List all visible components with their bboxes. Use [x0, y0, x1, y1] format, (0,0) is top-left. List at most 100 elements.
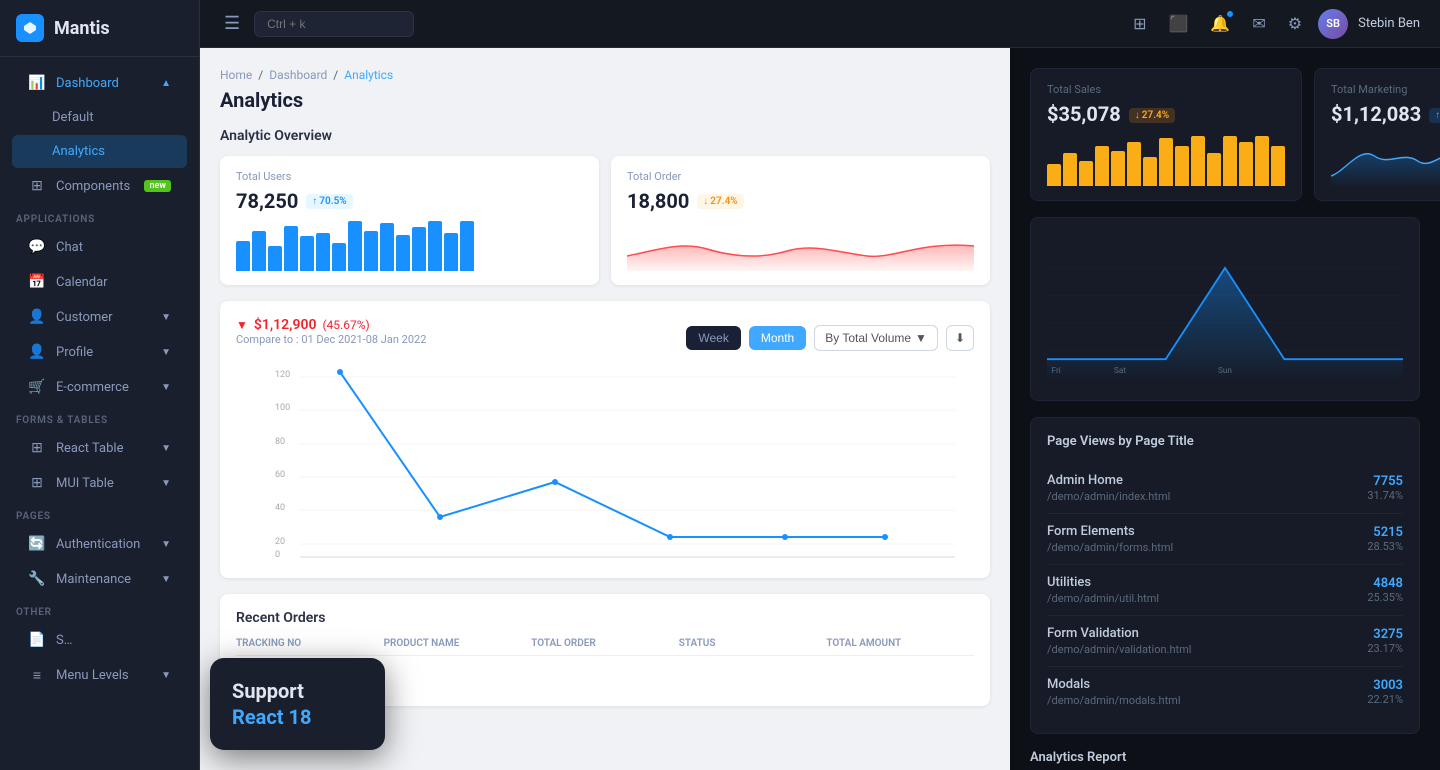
calendar-icon: 📅 — [28, 274, 46, 290]
pv-name-4: Modals — [1047, 677, 1181, 692]
sidebar: Mantis 📊 Dashboard ▲ Default Analytics ⊞… — [0, 0, 200, 770]
page-views-title: Page Views by Page Title — [1047, 434, 1403, 449]
income-value-row: ▼ $1,12,900 (45.67%) — [236, 317, 426, 333]
page-views-card: Page Views by Page Title Admin Home /dem… — [1030, 417, 1420, 734]
sales-label: Total Sales — [1047, 83, 1285, 96]
topnav-right: ⊞ ⬛ 🔔 ✉ ⚙ SB Stebin Ben — [1127, 8, 1420, 40]
marketing-label: Total Marketing — [1331, 83, 1440, 96]
user-name[interactable]: Stebin Ben — [1358, 16, 1420, 31]
sales-badge: ↓ 27.4% — [1129, 108, 1175, 123]
volume-select[interactable]: By Total Volume ▼ — [814, 325, 938, 351]
support-popup[interactable]: Support React 18 — [210, 658, 385, 750]
income-controls: Week Month By Total Volume ▼ ⬇ — [686, 325, 974, 351]
svg-text:80: 80 — [275, 437, 285, 447]
messages-button[interactable]: ✉ — [1246, 8, 1271, 40]
users-chart — [236, 221, 583, 271]
settings-button[interactable]: ⚙ — [1282, 8, 1308, 40]
search-input[interactable] — [254, 11, 414, 37]
sidebar-item-maintenance[interactable]: 🔧 Maintenance ▼ — [12, 562, 187, 596]
chat-icon: 💬 — [28, 239, 46, 255]
sidebar-item-ecommerce[interactable]: 🛒 E-commerce ▼ — [12, 370, 187, 404]
sidebar-item-mui-table[interactable]: ⊞ MUI Table ▼ — [12, 466, 187, 500]
users-label: Total Users — [236, 170, 583, 183]
apps-button[interactable]: ⊞ — [1127, 8, 1152, 40]
dark-card-marketing: Total Marketing $1,12,083 ↑ 70.5% — [1314, 68, 1440, 201]
breadcrumb: Home / Dashboard / Analytics — [220, 68, 990, 82]
stat-cards-row: Total Users 78,250 ↑ 70.5% — [220, 156, 990, 285]
download-button[interactable]: ⬇ — [946, 325, 974, 351]
month-button[interactable]: Month — [749, 326, 806, 350]
pv-row-3: Form Validation /demo/admin/validation.h… — [1047, 616, 1403, 667]
ecommerce-icon: 🛒 — [28, 379, 46, 395]
pv-url-4: /demo/admin/modals.html — [1047, 694, 1181, 707]
income-overview-card: ▼ $1,12,900 (45.67%) Compare to : 01 Dec… — [220, 301, 990, 578]
notifications-button[interactable]: 🔔 — [1204, 8, 1236, 40]
breadcrumb-home[interactable]: Home — [220, 68, 252, 82]
components-icon: ⊞ — [28, 178, 46, 194]
orders-chart — [627, 221, 974, 271]
analytics-report-title: Analytics Report — [1030, 750, 1420, 765]
menu-toggle-button[interactable]: ☰ — [220, 9, 244, 38]
dashboard-icon: 📊 — [28, 75, 46, 91]
notification-badge — [1226, 10, 1234, 18]
orders-table-header: Tracking No Product Name Total Order Sta… — [236, 638, 974, 656]
page-title: Analytics — [220, 88, 990, 112]
section-other: Other — [0, 597, 199, 622]
chevron-menu: ▼ — [161, 670, 171, 681]
chevron-customer: ▼ — [161, 312, 171, 323]
breadcrumb-dashboard[interactable]: Dashboard — [269, 68, 327, 82]
sidebar-item-customer[interactable]: 👤 Customer ▼ — [12, 300, 187, 334]
logo[interactable]: Mantis — [0, 0, 199, 57]
pv-name-3: Form Validation — [1047, 626, 1191, 641]
sidebar-item-components[interactable]: ⊞ Components new — [12, 169, 187, 203]
svg-text:100: 100 — [275, 403, 290, 413]
marketing-chart — [1331, 136, 1440, 186]
marketing-value: $1,12,083 — [1331, 102, 1421, 126]
support-text-line1: Support — [232, 679, 304, 703]
pv-url-0: /demo/admin/index.html — [1047, 490, 1170, 503]
profile-icon: 👤 — [28, 344, 46, 360]
sidebar-item-sample[interactable]: 📄 S… — [12, 623, 187, 657]
col-status: Status — [679, 638, 827, 649]
auth-icon: 🔄 — [28, 536, 46, 552]
sidebar-item-dashboard[interactable]: 📊 Dashboard ▲ — [12, 66, 187, 100]
svg-text:20: 20 — [275, 537, 285, 547]
pv-pct-2: 25.35% — [1367, 591, 1403, 604]
dark-stat-cards: Total Sales $35,078 ↓ 27.4% — [1030, 68, 1420, 201]
topnav-left: ☰ — [220, 9, 1115, 38]
stat-card-orders: Total Order 18,800 ↓ 27.4% — [611, 156, 990, 285]
sidebar-item-calendar[interactable]: 📅 Calendar — [12, 265, 187, 299]
pv-pct-3: 23.17% — [1367, 642, 1403, 655]
breadcrumb-analytics: Analytics — [344, 68, 393, 82]
sidebar-item-menu-levels[interactable]: ≡ Menu Levels ▼ — [12, 658, 187, 693]
svg-text:Fri: Fri — [1052, 366, 1061, 376]
logo-icon — [16, 14, 44, 42]
chevron-ecommerce: ▼ — [161, 382, 171, 393]
sidebar-item-analytics[interactable]: Analytics — [12, 135, 187, 168]
sidebar-item-authentication[interactable]: 🔄 Authentication ▼ — [12, 527, 187, 561]
chevron-profile: ▼ — [161, 347, 171, 358]
menu-icon: ≡ — [28, 667, 46, 684]
arrow-down-icon: ▼ — [236, 318, 248, 332]
chevron-react-table: ▼ — [161, 443, 171, 454]
sidebar-item-chat[interactable]: 💬 Chat — [12, 230, 187, 264]
support-text-line2: React 18 — [232, 704, 363, 730]
svg-text:Sat: Sat — [1114, 366, 1126, 376]
screen-button[interactable]: ⬛ — [1163, 8, 1195, 40]
pv-row-4: Modals /demo/admin/modals.html 3003 22.2… — [1047, 667, 1403, 717]
chevron-up-icon: ▲ — [161, 78, 171, 89]
col-product: Product Name — [384, 638, 532, 649]
week-button[interactable]: Week — [686, 326, 740, 350]
down-sales-icon: ↓ — [1135, 110, 1140, 121]
sidebar-item-default[interactable]: Default — [12, 101, 187, 134]
svg-text:0: 0 — [275, 550, 280, 560]
income-percentage: (45.67%) — [322, 318, 369, 332]
chevron-mui-table: ▼ — [161, 478, 171, 489]
sidebar-item-react-table[interactable]: ⊞ React Table ▼ — [12, 431, 187, 465]
sidebar-item-profile[interactable]: 👤 Profile ▼ — [12, 335, 187, 369]
pv-pct-0: 31.74% — [1367, 489, 1403, 502]
avatar[interactable]: SB — [1318, 9, 1348, 39]
pv-count-1: 5215 — [1367, 525, 1403, 540]
section-pages: Pages — [0, 501, 199, 526]
section-applications: Applications — [0, 204, 199, 229]
